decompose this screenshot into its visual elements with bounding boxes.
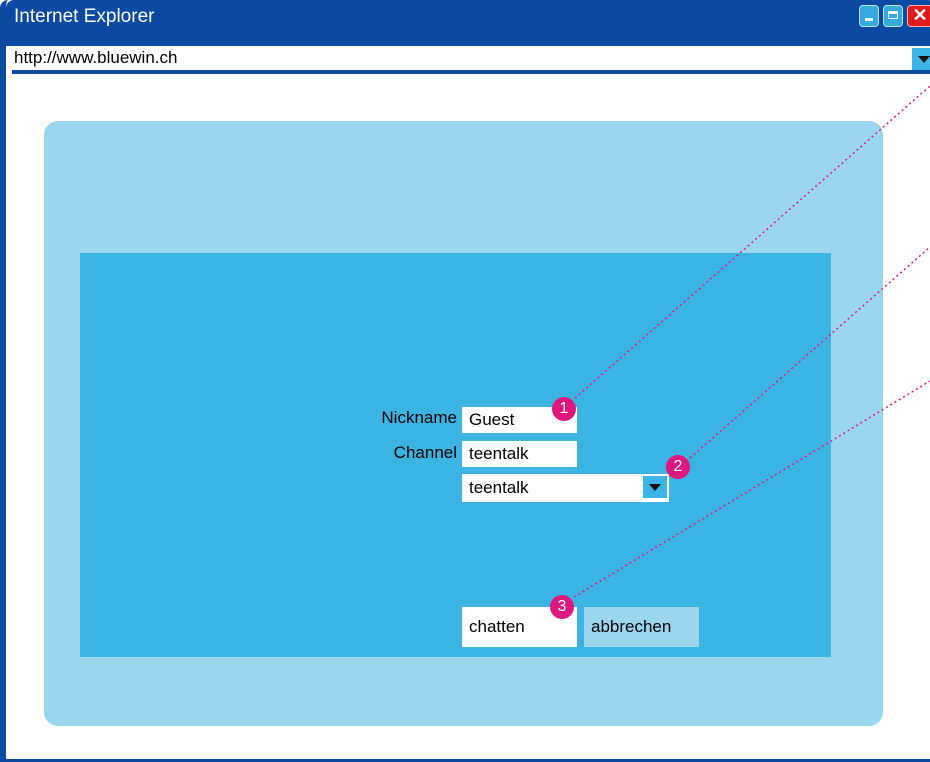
callout-1-leader	[574, 85, 930, 399]
callout-leader-lines	[573, 85, 930, 598]
callout-2-leader	[689, 246, 930, 459]
callout-3-leader	[573, 380, 930, 598]
callout-badge-2: 2	[666, 455, 690, 479]
callout-badge-3: 3	[550, 595, 574, 619]
callout-badge-1: 1	[552, 397, 576, 421]
